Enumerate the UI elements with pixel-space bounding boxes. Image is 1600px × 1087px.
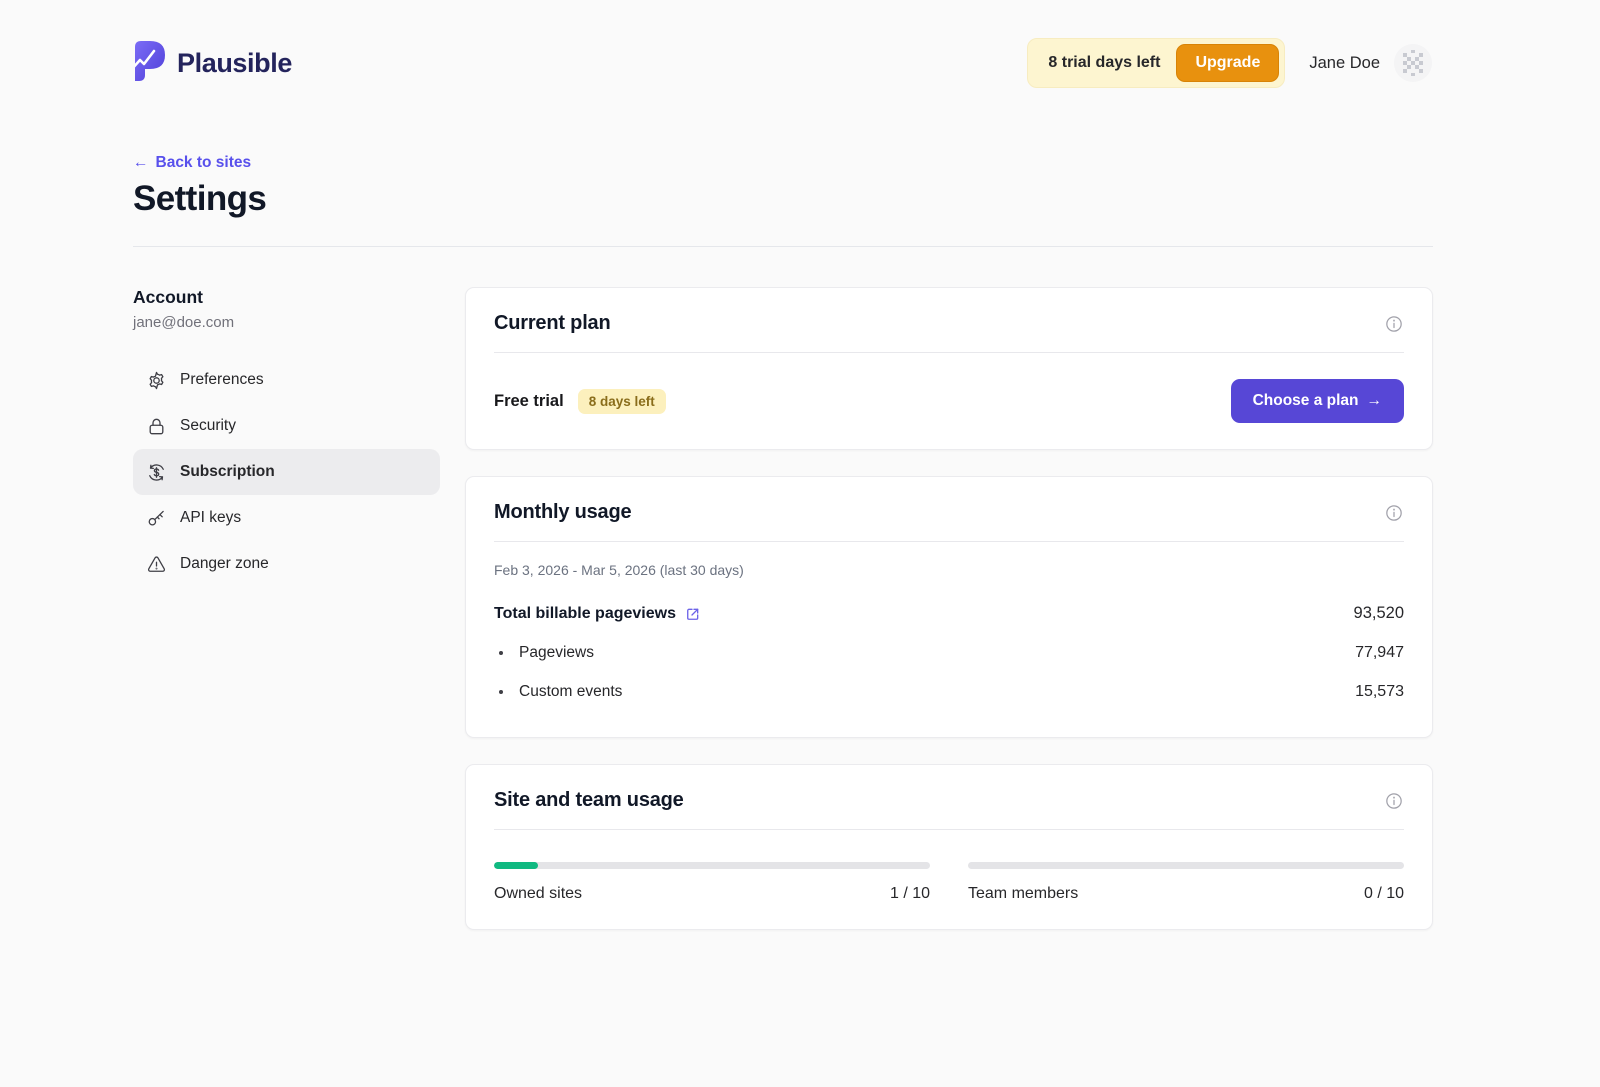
current-plan-card: Current plan Free trial 8 days left (465, 287, 1433, 450)
user-name: Jane Doe (1309, 54, 1380, 73)
upgrade-button[interactable]: Upgrade (1176, 44, 1279, 82)
team-members-meter: Team members 0 / 10 (968, 862, 1404, 903)
sidebar-item-danger-zone[interactable]: Danger zone (133, 541, 440, 587)
back-to-sites-link[interactable]: ← Back to sites (133, 154, 251, 172)
sidebar-item-subscription[interactable]: Subscription (133, 449, 440, 495)
usage-row-pageviews: Pageviews 77,947 (494, 633, 1404, 672)
sidebar-item-label: Preferences (180, 371, 264, 389)
account-section-title: Account (133, 287, 440, 308)
days-left-badge: 8 days left (578, 389, 666, 414)
page-head: ← Back to sites Settings (0, 88, 1600, 219)
settings-nav: Preferences Security (133, 357, 440, 587)
top-right-cluster: 8 trial days left Upgrade Jane Doe (1027, 38, 1432, 88)
sidebar-item-label: Security (180, 417, 236, 435)
sidebar-item-preferences[interactable]: Preferences (133, 357, 440, 403)
usage-row-value: 93,520 (1354, 604, 1404, 623)
owned-sites-meter: Owned sites 1 / 10 (494, 862, 930, 903)
settings-sidebar: Account jane@doe.com Preferences (133, 287, 440, 956)
settings-page: Plausible 8 trial days left Upgrade Jane… (0, 0, 1600, 1087)
usage-row-label: Custom events (519, 683, 622, 701)
back-arrow-icon: ← (133, 154, 149, 172)
top-bar: Plausible 8 trial days left Upgrade Jane… (0, 0, 1600, 88)
meter-value: 0 / 10 (1364, 885, 1404, 903)
choose-plan-label: Choose a plan (1253, 392, 1359, 410)
meter-value: 1 / 10 (890, 885, 930, 903)
bullet-dot (499, 690, 503, 694)
monthly-usage-title: Monthly usage (494, 501, 631, 524)
sidebar-item-label: Danger zone (180, 555, 269, 573)
external-link-icon[interactable] (685, 606, 701, 622)
account-email: jane@doe.com (133, 314, 440, 331)
dollar-cycle-icon (146, 462, 167, 483)
usage-row-value: 77,947 (1355, 644, 1404, 662)
usage-row-label: Total billable pageviews (494, 605, 676, 623)
lock-icon (146, 416, 167, 437)
key-icon (146, 508, 167, 529)
choose-plan-button[interactable]: Choose a plan → (1231, 379, 1404, 423)
user-menu[interactable]: Jane Doe (1309, 44, 1432, 82)
usage-row-label: Pageviews (519, 644, 594, 662)
bullet-dot (499, 651, 503, 655)
meter-label: Team members (968, 885, 1078, 903)
sidebar-item-label: Subscription (180, 463, 275, 481)
main-column: Current plan Free trial 8 days left (465, 287, 1433, 956)
user-avatar[interactable] (1394, 44, 1432, 82)
progress-fill (494, 862, 538, 869)
trial-banner: 8 trial days left Upgrade (1027, 38, 1285, 88)
site-team-usage-card: Site and team usage (465, 764, 1433, 930)
plausible-logo[interactable]: Plausible (133, 39, 292, 88)
trial-days-text: 8 trial days left (1048, 54, 1160, 72)
arrow-right-icon: → (1367, 392, 1383, 410)
info-icon[interactable] (1384, 314, 1404, 334)
page-title: Settings (133, 179, 1432, 219)
plausible-logo-icon (133, 39, 167, 88)
warning-triangle-icon (146, 554, 167, 575)
usage-row-total: Total billable pageviews 93,520 (494, 594, 1404, 633)
usage-row-value: 15,573 (1355, 683, 1404, 701)
content-area: Account jane@doe.com Preferences (0, 247, 1600, 956)
plan-name: Free trial (494, 392, 564, 411)
site-team-usage-title: Site and team usage (494, 789, 684, 812)
usage-period: Feb 3, 2026 - Mar 5, 2026 (last 30 days) (494, 562, 1404, 578)
brand-wordmark: Plausible (177, 48, 292, 79)
info-icon[interactable] (1384, 791, 1404, 811)
progress-track (968, 862, 1404, 869)
gear-icon (146, 370, 167, 391)
current-plan-title: Current plan (494, 312, 611, 335)
sidebar-item-label: API keys (180, 509, 241, 527)
sidebar-item-api-keys[interactable]: API keys (133, 495, 440, 541)
sidebar-item-security[interactable]: Security (133, 403, 440, 449)
usage-row-custom-events: Custom events 15,573 (494, 672, 1404, 711)
monthly-usage-card: Monthly usage Feb 3, 2026 - Mar 5, 2026 … (465, 476, 1433, 738)
progress-track (494, 862, 930, 869)
info-icon[interactable] (1384, 503, 1404, 523)
back-link-label: Back to sites (156, 154, 252, 172)
meter-label: Owned sites (494, 885, 582, 903)
